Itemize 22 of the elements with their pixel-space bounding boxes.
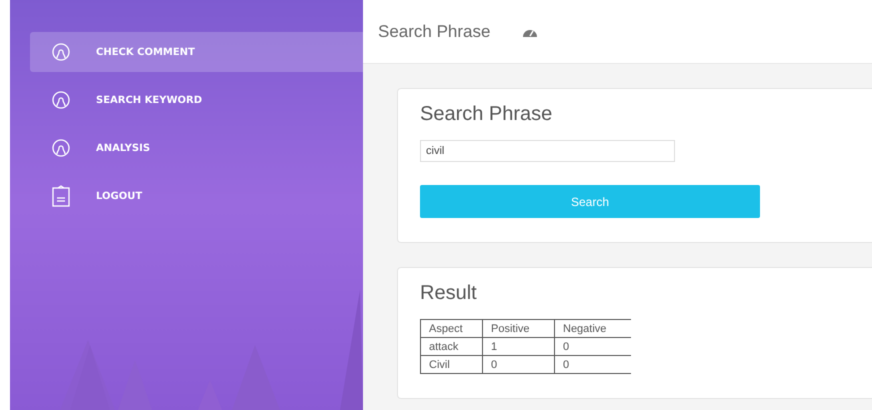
sidebar-item[interactable]: SEARCH KEYWORD [30,80,363,120]
table-cell: 0 [554,356,631,374]
card-title: Search Phrase [420,103,552,126]
sidebar-item[interactable]: CHECK COMMENT [30,32,363,72]
sidebar-item[interactable]: LOGOUT [30,176,363,216]
table-cell: 0 [482,356,554,374]
user-icon [52,43,70,61]
column-header: Aspect [420,320,482,338]
clipboard-icon [52,185,70,207]
user-icon [52,91,70,109]
column-header: Positive [482,320,554,338]
table-cell: 0 [554,338,631,356]
sidebar-item[interactable]: ANALYSIS [30,128,363,168]
card-title: Result [420,282,477,305]
search-field[interactable]: civil [420,140,675,162]
user-icon [52,139,70,157]
table-cell: Civil [420,356,482,374]
search-button[interactable]: Search [420,185,760,218]
page-title: Search Phrase [378,22,490,42]
table-cell: attack [420,338,482,356]
table-cell: 1 [482,338,554,356]
column-header: Negative [554,320,631,338]
